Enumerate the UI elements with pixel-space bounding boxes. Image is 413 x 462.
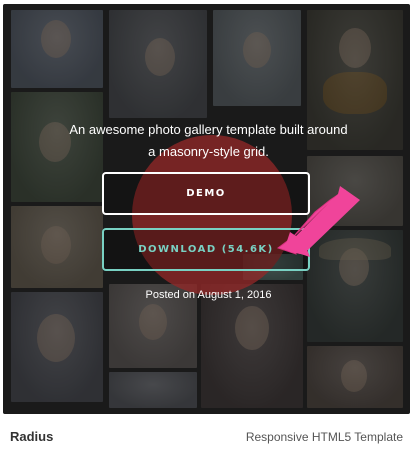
demo-button[interactable]: DEMO: [102, 172, 310, 215]
template-type: Responsive HTML5 Template: [245, 430, 403, 444]
description-line: a masonry-style grid.: [148, 144, 269, 159]
card-footer: Radius Responsive HTML5 Template: [0, 414, 413, 462]
description-line: An awesome photo gallery template built …: [69, 122, 348, 137]
posted-date: Posted on August 1, 2016: [145, 289, 272, 301]
download-button[interactable]: DOWNLOAD (54.6K): [102, 228, 310, 271]
template-name[interactable]: Radius: [10, 429, 53, 444]
template-description: An awesome photo gallery template built …: [23, 119, 394, 163]
template-card: An awesome photo gallery template built …: [0, 0, 413, 462]
template-preview[interactable]: An awesome photo gallery template built …: [3, 4, 410, 414]
